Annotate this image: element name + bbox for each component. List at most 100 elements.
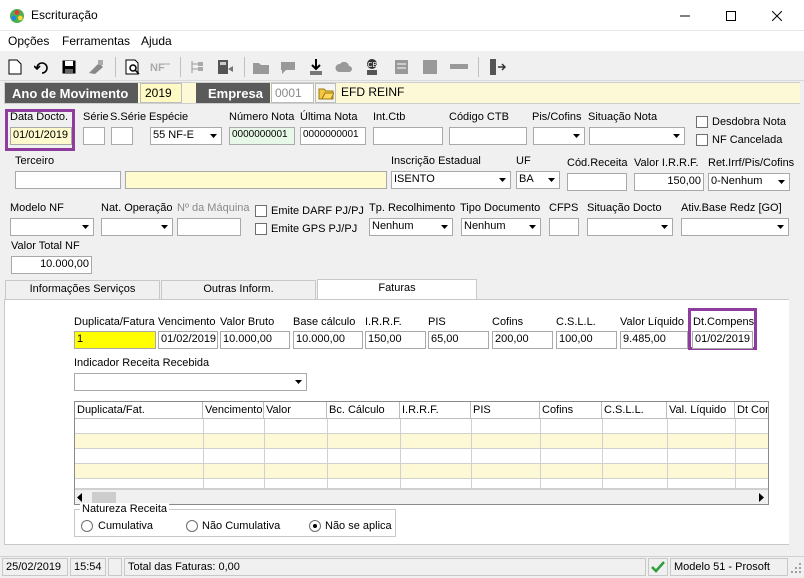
uf-select[interactable]: BA: [516, 171, 560, 189]
nao-cumulativa-label: Não Cumulativa: [202, 520, 281, 532]
menu-ajuda[interactable]: Ajuda: [141, 34, 172, 48]
faturas-grid[interactable]: Duplicata/Fat. Vencimento Valor Bc. Cálc…: [74, 401, 769, 505]
tp-recolhimento-select[interactable]: Nenhum: [369, 218, 453, 236]
bar-icon[interactable]: [449, 57, 469, 77]
horizontal-scrollbar[interactable]: [75, 489, 768, 504]
new-document-icon[interactable]: [5, 57, 25, 77]
minimize-button[interactable]: [662, 0, 708, 31]
grid-header-valor[interactable]: Valor: [264, 402, 327, 419]
irrf-field[interactable]: 150,00: [365, 331, 426, 349]
exit-icon[interactable]: [487, 57, 507, 77]
scroll-thumb[interactable]: [92, 492, 116, 503]
calculator-icon[interactable]: [215, 57, 235, 77]
table-row[interactable]: [75, 449, 768, 464]
menu-opcoes[interactable]: Opções: [8, 34, 49, 48]
grid-header-cofins[interactable]: Cofins: [540, 402, 602, 419]
cfps-field[interactable]: [549, 218, 579, 236]
money-icon[interactable]: CB: [362, 57, 382, 77]
nat-operacao-select[interactable]: [101, 218, 173, 236]
preview-icon[interactable]: [123, 57, 143, 77]
cod-receita-field[interactable]: [567, 173, 627, 191]
tab-outras-inform[interactable]: Outras Inform.: [161, 280, 316, 299]
cloud-icon[interactable]: [334, 57, 354, 77]
grid-header-pis[interactable]: PIS: [471, 402, 540, 419]
tipo-documento-select[interactable]: Nenhum: [461, 218, 541, 236]
grid-icon[interactable]: [420, 57, 440, 77]
close-button[interactable]: [754, 0, 800, 31]
grid-header-duplicata[interactable]: Duplicata/Fat.: [75, 402, 203, 419]
radio-nao-se-aplica[interactable]: [309, 520, 321, 532]
situacao-docto-select[interactable]: [587, 218, 673, 236]
situacao-nota-select[interactable]: [589, 127, 685, 145]
tab-faturas[interactable]: Faturas: [317, 279, 477, 300]
grid-header-vencimento[interactable]: Vencimento: [203, 402, 264, 419]
valor-liquido-field[interactable]: 9.485,00: [620, 331, 688, 349]
grid-header-irrf[interactable]: I.R.R.F.: [400, 402, 471, 419]
maximize-button[interactable]: [708, 0, 754, 31]
int-ctb-field[interactable]: [373, 127, 443, 145]
folder-icon[interactable]: [251, 57, 271, 77]
desdobra-nota-checkbox[interactable]: [696, 116, 708, 128]
year-label: Ano de Movimento: [12, 86, 129, 101]
save-icon[interactable]: [59, 57, 79, 77]
chat-icon[interactable]: [278, 57, 298, 77]
ret-irrf-select[interactable]: 0-Nenhum: [708, 173, 790, 191]
year-field[interactable]: 2019: [140, 83, 182, 103]
company-lookup-folder-icon[interactable]: [315, 83, 336, 103]
duplicata-field[interactable]: 1: [74, 331, 156, 349]
undo-icon[interactable]: [32, 57, 52, 77]
table-row[interactable]: [75, 479, 768, 489]
tree-icon[interactable]: [187, 57, 207, 77]
grid-header-csll[interactable]: C.S.L.L.: [602, 402, 667, 419]
valor-irrf-field[interactable]: 150,00: [634, 173, 704, 191]
grid-header-valor-liquido[interactable]: Val. Líquido: [667, 402, 735, 419]
cofins-label: Cofins: [492, 316, 524, 328]
report-icon[interactable]: [392, 57, 412, 77]
valor-total-nf-field[interactable]: 10.000,00: [11, 256, 92, 274]
cfps-label: CFPS: [549, 202, 579, 214]
import-icon[interactable]: [306, 57, 326, 77]
table-row[interactable]: [75, 464, 768, 479]
especie-select[interactable]: 55 NF-E: [150, 127, 222, 145]
emite-darf-checkbox[interactable]: [255, 205, 267, 217]
resize-grip-icon[interactable]: [790, 562, 802, 577]
table-row[interactable]: [75, 434, 768, 449]
emite-gps-checkbox[interactable]: [255, 223, 267, 235]
numero-nota-field[interactable]: 0000000001: [229, 127, 295, 145]
dt-compens-field[interactable]: 01/02/2019: [692, 331, 753, 349]
terceiro-name-field[interactable]: [125, 171, 387, 189]
codigo-ctb-field[interactable]: [449, 127, 527, 145]
terceiro-code-field[interactable]: [15, 171, 121, 189]
nfe-icon[interactable]: NF: [150, 57, 170, 77]
base-calculo-field[interactable]: 10.000,00: [293, 331, 363, 349]
valor-bruto-field[interactable]: 10.000,00: [220, 331, 290, 349]
table-row[interactable]: [75, 419, 768, 434]
app-logo-icon: [9, 8, 25, 24]
cofins-field[interactable]: 200,00: [492, 331, 553, 349]
vertical-scrollbar[interactable]: [789, 299, 796, 545]
scroll-right-icon[interactable]: [759, 493, 765, 504]
vencimento-field[interactable]: 01/02/2019: [158, 331, 218, 349]
tab-informacoes-servicos[interactable]: Informações Serviços: [5, 280, 160, 299]
nf-cancelada-checkbox[interactable]: [696, 134, 708, 146]
modelo-nf-select[interactable]: [10, 218, 94, 236]
ultima-nota-field[interactable]: 0000000001: [300, 127, 366, 145]
indicador-receita-select[interactable]: [74, 373, 307, 391]
sserie-field[interactable]: [111, 127, 133, 145]
delete-icon[interactable]: [86, 57, 106, 77]
inscricao-select[interactable]: ISENTO: [391, 171, 511, 189]
grid-header-dt-comp[interactable]: Dt Comp: [735, 402, 768, 419]
company-code-field[interactable]: 0001: [271, 83, 314, 103]
csll-field[interactable]: 100,00: [556, 331, 617, 349]
radio-cumulativa[interactable]: [81, 520, 93, 532]
grid-header-bc-calculo[interactable]: Bc. Cálculo: [327, 402, 400, 419]
menu-ferramentas[interactable]: Ferramentas: [62, 34, 130, 48]
ativ-base-select[interactable]: [681, 218, 789, 236]
pis-cofins-select[interactable]: [533, 127, 585, 145]
radio-nao-cumulativa[interactable]: [186, 520, 198, 532]
inscricao-label: Inscrição Estadual: [391, 155, 481, 167]
pis-field[interactable]: 65,00: [428, 331, 489, 349]
n-maquina-field[interactable]: [177, 218, 241, 236]
serie-field[interactable]: [83, 127, 105, 145]
data-docto-field[interactable]: 01/01/2019: [10, 127, 72, 145]
